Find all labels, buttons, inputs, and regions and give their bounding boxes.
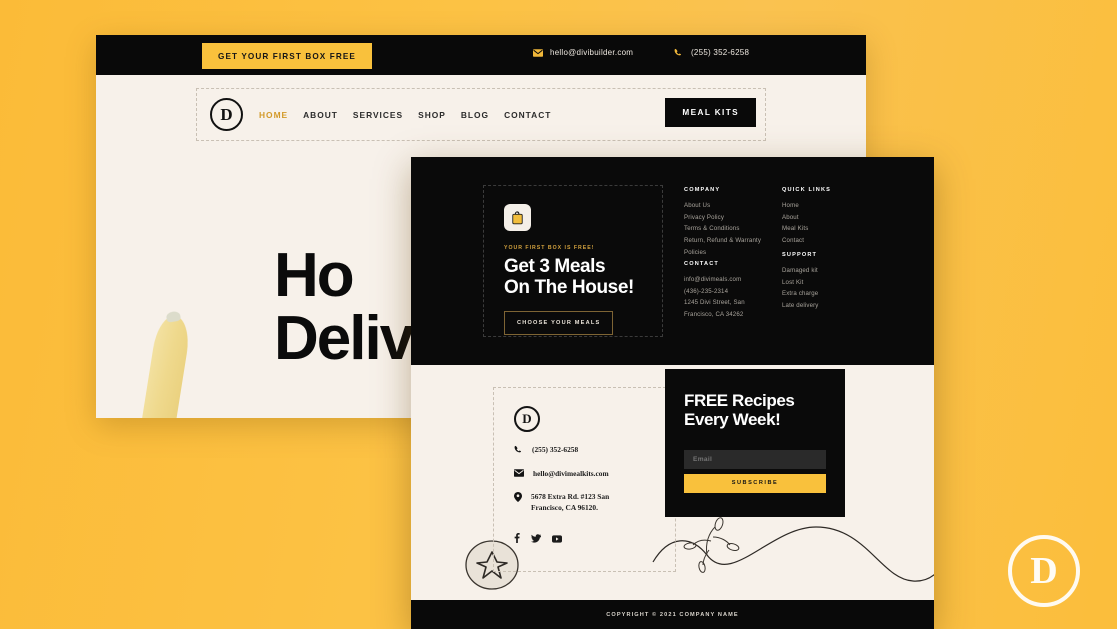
footer-phone-text: (255) 352-6258 (532, 445, 579, 454)
list-item[interactable]: Privacy Policy (684, 212, 784, 224)
nav-item-home[interactable]: HOME (259, 110, 288, 120)
phone-icon (514, 445, 523, 454)
nav-item-contact[interactable]: CONTACT (504, 110, 551, 120)
cta-heading-line2: On The House! (504, 277, 634, 299)
newsletter-heading: FREE Recipes Every Week! (684, 391, 826, 430)
twitter-icon[interactable] (531, 530, 541, 548)
facebook-icon[interactable] (514, 530, 520, 548)
gift-bag-icon (504, 204, 531, 231)
footer-column-support: SUPPORT Damaged kit Lost Kit Extra charg… (782, 252, 877, 312)
hero-heading: Ho Deliv (274, 241, 414, 374)
cta-eyebrow: YOUR FIRST BOX IS FREE! (504, 245, 595, 251)
footer-page-screenshot: YOUR FIRST BOX IS FREE! Get 3 Meals On T… (411, 157, 934, 629)
list-item[interactable]: Contact (782, 235, 877, 247)
social-links (514, 530, 655, 548)
envelope-icon (533, 48, 543, 57)
list-item: 1245 Divi Street, San (684, 299, 745, 307)
nav-item-about[interactable]: ABOUT (303, 110, 338, 120)
newsletter-heading-line1: FREE Recipes (684, 391, 795, 410)
footer-column-company-list: About Us Privacy Policy Terms & Conditio… (684, 200, 784, 258)
meal-kits-button[interactable]: MEAL KITS (665, 98, 756, 127)
choose-your-meals-button[interactable]: CHOOSE YOUR MEALS (504, 310, 614, 335)
footer-phone-row[interactable]: (255) 352-6258 (514, 445, 655, 456)
cta-heading-line1: Get 3 Meals (504, 256, 606, 277)
hero-heading-line1: Ho (274, 241, 355, 310)
list-item[interactable]: Terms & Conditions (684, 223, 784, 235)
contact-info-box: D (255) 352-6258 hello@divimealkits.com … (493, 387, 676, 572)
first-box-free-cta: YOUR FIRST BOX IS FREE! Get 3 Meals On T… (483, 185, 663, 337)
subscribe-button[interactable]: SUBSCRIBE (684, 473, 826, 493)
topbar-phone-text: (255) 352-6258 (691, 48, 750, 57)
list-item[interactable]: Extra charge (782, 288, 877, 300)
vegetable-photo (133, 313, 193, 418)
nav-item-services[interactable]: SERVICES (353, 110, 403, 120)
footer-column-support-list: Damaged kit Lost Kit Extra charge Late d… (782, 265, 877, 312)
footer-column-quick-links-list: Home About Meal Kits Contact (782, 200, 877, 247)
list-item: Francisco, CA 34262 (684, 311, 744, 319)
footer-email-row[interactable]: hello@divimealkits.com (514, 469, 655, 480)
map-pin-icon (514, 492, 522, 503)
list-item[interactable]: Home (782, 200, 877, 212)
footer-column-contact: CONTACT info@divimeals.com (436)-235-231… (684, 261, 784, 321)
divi-logo-watermark: D (1008, 535, 1080, 607)
list-item[interactable]: About Us (684, 200, 784, 212)
footer-column-company-title: COMPANY (684, 187, 721, 193)
nav-item-blog[interactable]: BLOG (461, 110, 489, 120)
footer-column-quick-links-title: QUICK LINKS (782, 187, 832, 193)
footer-column-contact-title: CONTACT (684, 261, 719, 267)
hero-heading-line2: Deliv (274, 304, 414, 374)
nav-links: HOME ABOUT SERVICES SHOP BLOG CONTACT (259, 110, 551, 120)
youtube-icon[interactable] (552, 530, 562, 548)
footer-column-quick-links: QUICK LINKS Home About Meal Kits Contact (782, 187, 877, 247)
footer-address-row: 5678 Extra Rd. #123 San Francisco, CA 96… (514, 492, 655, 513)
top-announcement-bar: GET YOUR FIRST BOX FREE hello@divibuilde… (96, 35, 866, 75)
cta-heading: Get 3 Meals On The House! (504, 256, 642, 299)
footer-address-line1: 5678 Extra Rd. #123 San (531, 492, 610, 502)
phone-icon (674, 48, 683, 57)
copyright-bar: COPYRIGHT © 2021 COMPANY NAME (411, 600, 934, 629)
copyright-text: COPYRIGHT © 2021 COMPANY NAME (606, 611, 739, 618)
list-item[interactable]: Late delivery (782, 300, 877, 312)
topbar-email[interactable]: hello@divibuilder.com (533, 48, 633, 57)
topbar-email-text: hello@divibuilder.com (550, 48, 634, 57)
footer-column-company: COMPANY About Us Privacy Policy Terms & … (684, 187, 784, 258)
footer-logo[interactable]: D (514, 406, 540, 432)
email-input[interactable] (684, 449, 826, 469)
envelope-icon (514, 468, 524, 477)
footer-address-text: 5678 Extra Rd. #123 San Francisco, CA 96… (531, 492, 609, 513)
list-item[interactable]: Policies (684, 247, 784, 259)
list-item[interactable]: Return, Refund & Warranty (684, 235, 784, 247)
list-item[interactable]: info@divimeals.com (684, 274, 784, 286)
get-first-box-free-button[interactable]: GET YOUR FIRST BOX FREE (202, 43, 372, 69)
list-item[interactable]: Meal Kits (782, 223, 877, 235)
footer-dark-area: YOUR FIRST BOX IS FREE! Get 3 Meals On T… (411, 157, 934, 365)
newsletter-heading-line2: Every Week! (684, 410, 781, 430)
footer-column-contact-list: info@divimeals.com (436)-235-2314 1245 D… (684, 274, 784, 321)
topbar-phone[interactable]: (255) 352-6258 (674, 48, 749, 57)
footer-column-support-title: SUPPORT (782, 252, 818, 258)
footer-address-line2: Francisco, CA 96120. (531, 503, 598, 513)
list-item[interactable]: (436)-235-2314 (684, 286, 784, 298)
list-item[interactable]: Damaged kit (782, 265, 877, 277)
newsletter-card: FREE Recipes Every Week! SUBSCRIBE (665, 369, 845, 517)
nav-item-shop[interactable]: SHOP (418, 110, 446, 120)
main-navigation: D HOME ABOUT SERVICES SHOP BLOG CONTACT … (196, 88, 766, 141)
footer-email-text: hello@divimealkits.com (533, 468, 609, 478)
list-item[interactable]: About (782, 212, 877, 224)
site-logo[interactable]: D (210, 98, 243, 131)
list-item[interactable]: Lost Kit (782, 277, 877, 289)
